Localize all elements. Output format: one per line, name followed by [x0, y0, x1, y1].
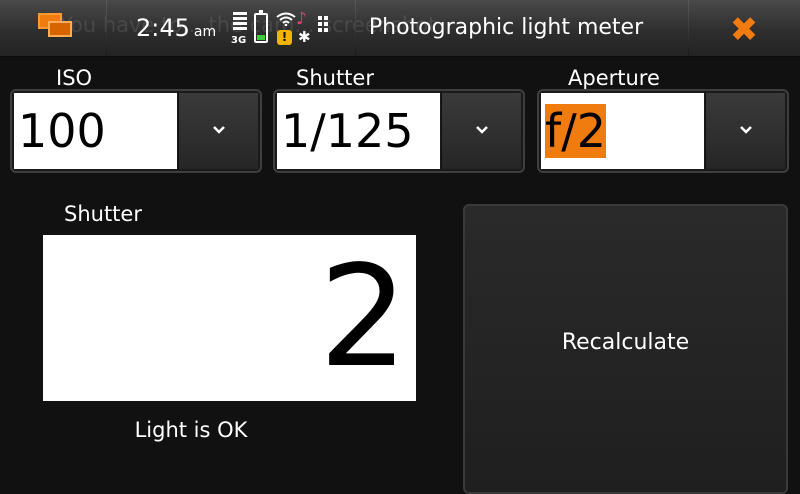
chevron-down-icon: [740, 126, 752, 134]
chevron-down-icon: [476, 126, 488, 134]
status-bar: You have to... the cam... screenshot 2:4…: [0, 0, 800, 57]
presence-icon[interactable]: [318, 16, 332, 32]
aperture-dropdown-button[interactable]: [705, 93, 785, 169]
signal-strength-icon[interactable]: 3G: [231, 12, 251, 46]
shutter-dropdown-button[interactable]: [441, 93, 521, 169]
iso-selector[interactable]: 100: [10, 89, 262, 173]
status-divider: [106, 0, 107, 56]
warning-icon[interactable]: !: [277, 30, 292, 45]
shutter-label: Shutter: [296, 66, 374, 90]
aperture-selector[interactable]: f/2: [537, 89, 789, 173]
music-note-icon[interactable]: ♪: [296, 9, 307, 29]
recalculate-button[interactable]: Recalculate: [463, 204, 788, 494]
wifi-icon[interactable]: [275, 12, 297, 26]
recalculate-label: Recalculate: [561, 330, 690, 355]
close-icon[interactable]: ✖: [726, 12, 762, 48]
light-status: Light is OK: [134, 418, 248, 442]
result-value: 2: [318, 236, 408, 399]
window-title[interactable]: Photographic light meter: [356, 0, 656, 56]
result-display: 2: [43, 235, 416, 401]
aperture-label: Aperture: [568, 66, 660, 90]
aperture-value: f/2: [545, 104, 606, 158]
clock[interactable]: 2:45 am: [136, 14, 216, 42]
iso-dropdown-button[interactable]: [178, 93, 258, 169]
status-divider: [688, 0, 689, 56]
shutter-value[interactable]: 1/125: [277, 93, 440, 169]
task-switcher-icon[interactable]: [38, 13, 74, 41]
clock-ampm: am: [193, 24, 217, 40]
clock-time: 2:45: [136, 14, 190, 42]
bluetooth-icon[interactable]: ✱: [298, 28, 311, 46]
iso-value[interactable]: 100: [14, 93, 177, 169]
battery-icon[interactable]: [254, 10, 268, 43]
result-label: Shutter: [64, 202, 142, 226]
iso-label: ISO: [56, 66, 93, 90]
aperture-field[interactable]: f/2: [541, 93, 704, 169]
shutter-selector[interactable]: 1/125: [273, 89, 525, 173]
network-type: 3G: [231, 35, 247, 46]
chevron-down-icon: [213, 126, 225, 134]
